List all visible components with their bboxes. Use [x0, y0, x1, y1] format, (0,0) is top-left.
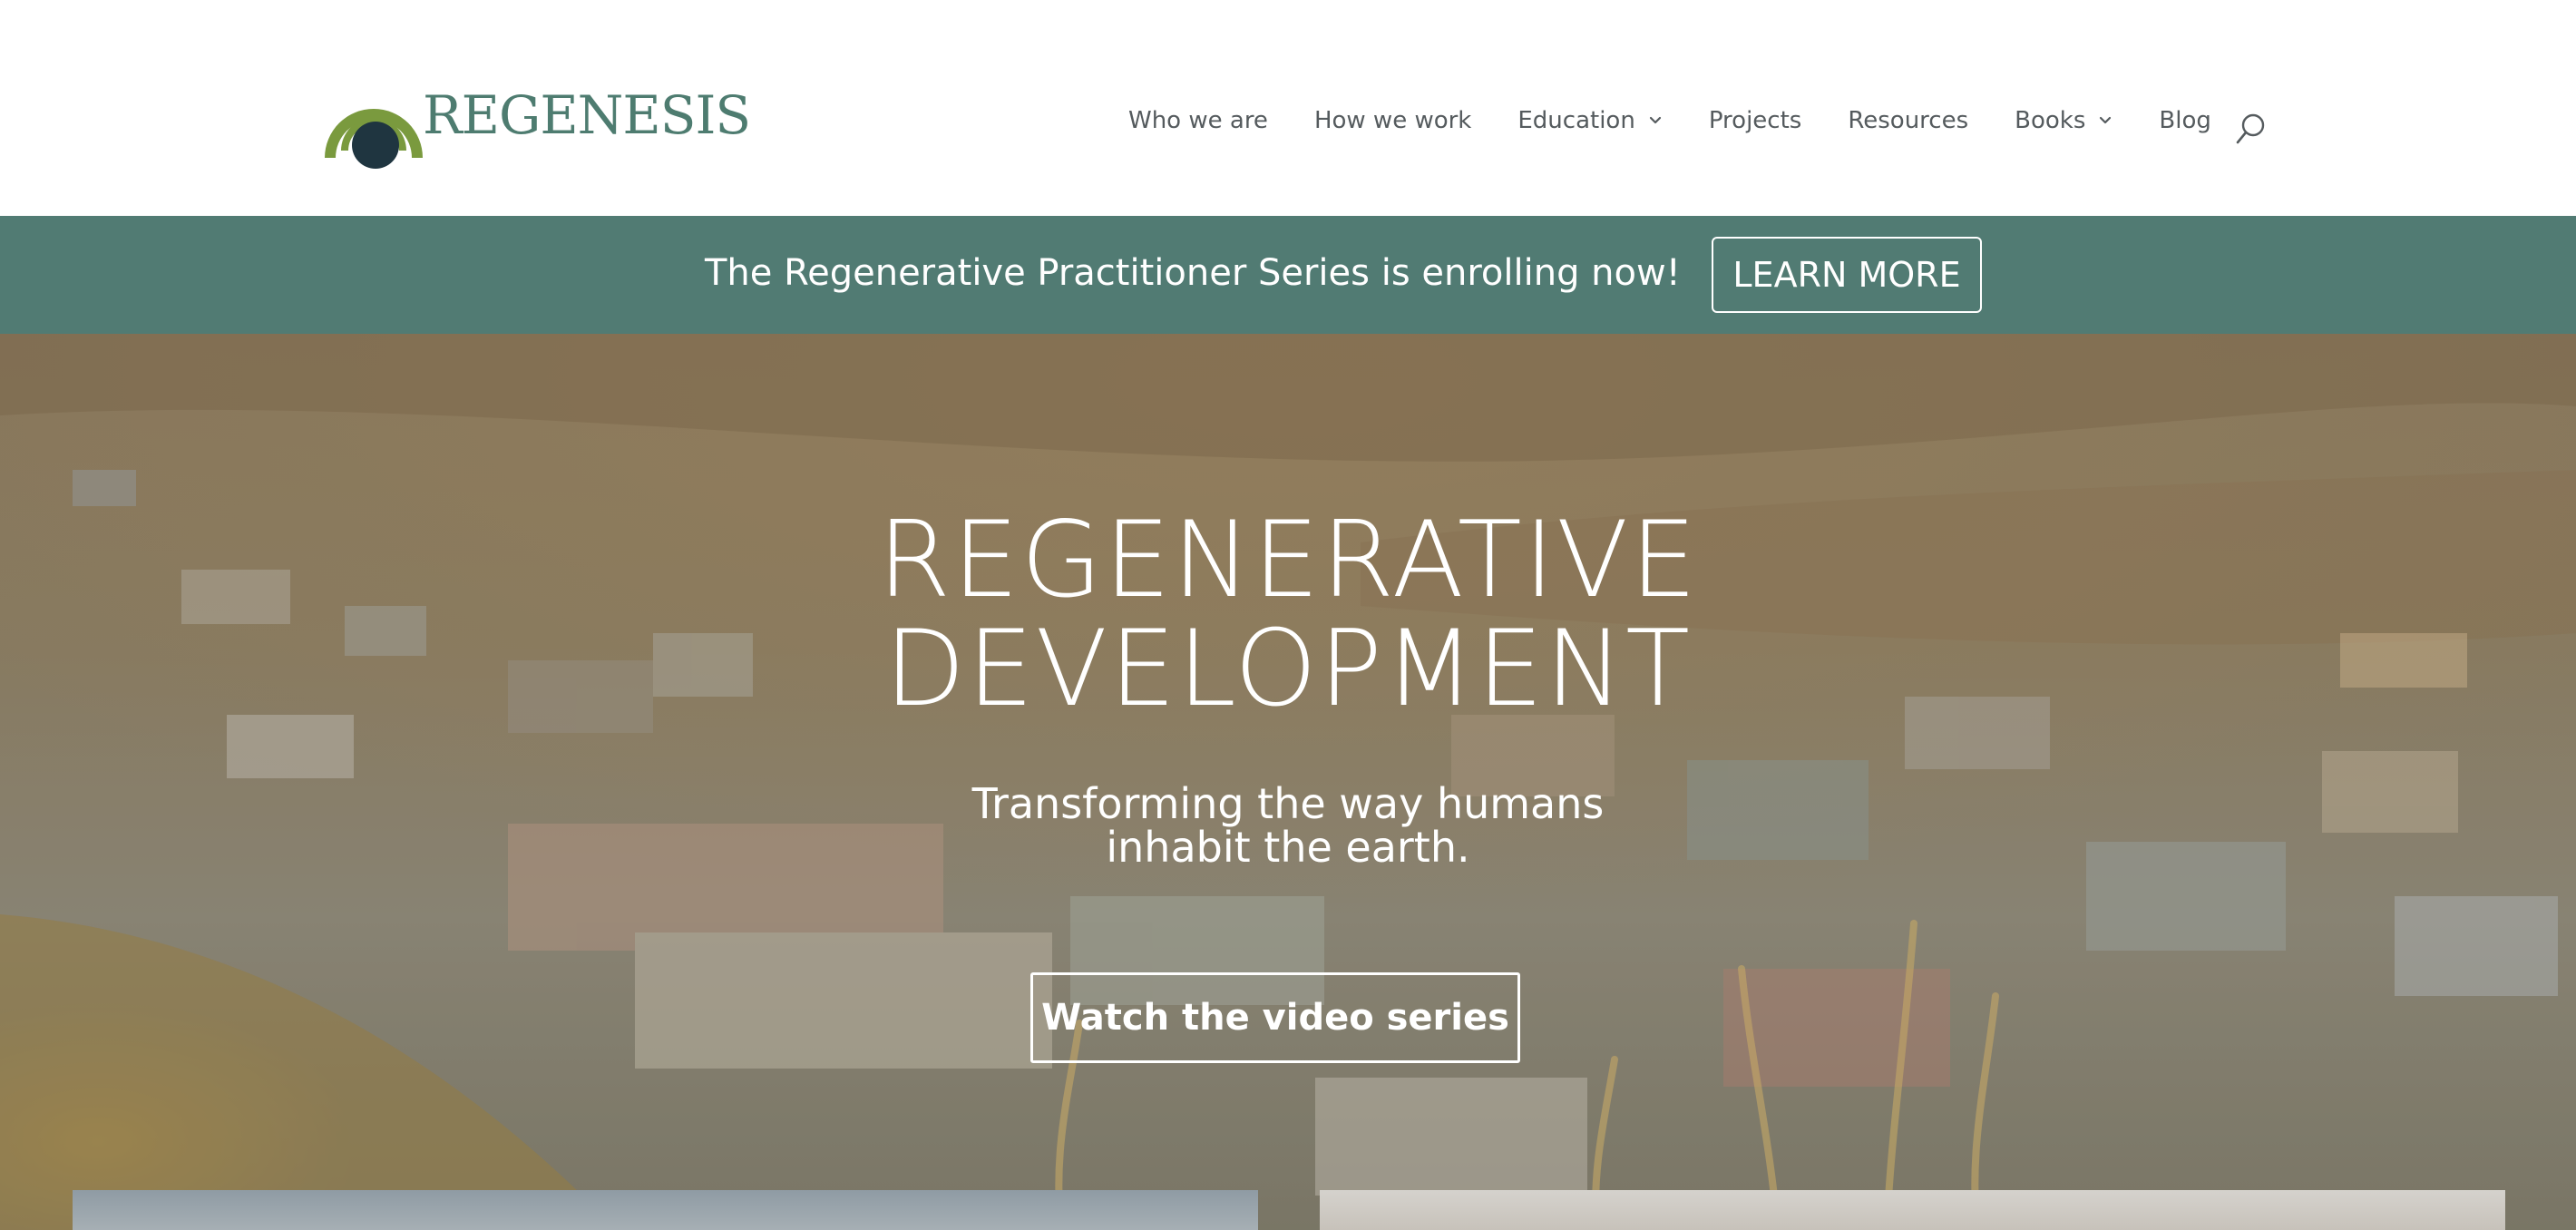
nav-education[interactable]: Education: [1517, 107, 1662, 134]
nav-resources[interactable]: Resources: [1848, 107, 1968, 134]
search-icon[interactable]: [2235, 112, 2266, 145]
nav-label: Projects: [1708, 107, 1802, 134]
hero-title-line: REGENERATIVE: [877, 499, 1699, 621]
logo-wordmark: REGENESIS: [423, 84, 751, 146]
site-header: REGENESIS Who we are How we work Educati…: [0, 0, 2576, 216]
nav-blog[interactable]: Blog: [2159, 107, 2210, 134]
nav-label: How we work: [1313, 107, 1472, 134]
nav-how-we-work[interactable]: How we work: [1314, 107, 1471, 134]
announcement-text: The Regenerative Practitioner Series is …: [705, 252, 1681, 294]
nav-label: Books: [2015, 107, 2086, 134]
feature-card-image[interactable]: [1320, 1190, 2505, 1230]
hero-subtitle: Transforming the way humans inhabit the …: [0, 782, 2576, 869]
nav-label: Resources: [1848, 107, 1969, 134]
regenesis-logo[interactable]: REGENESIS: [317, 56, 751, 169]
main-nav: Who we are How we work Education Project…: [1128, 107, 2258, 134]
logo-arcs-icon: [325, 108, 423, 169]
hero-subtitle-line: Transforming the way humans: [971, 779, 1605, 828]
learn-more-button[interactable]: LEARN MORE: [1712, 237, 1982, 313]
chevron-down-icon: [1649, 116, 1661, 124]
feature-card-image[interactable]: [73, 1190, 1258, 1230]
hero-section: REGENERATIVE DEVELOPMENT Transforming th…: [0, 334, 2576, 1230]
nav-who-we-are[interactable]: Who we are: [1128, 107, 1268, 134]
watch-video-series-button[interactable]: Watch the video series: [1030, 972, 1520, 1063]
hero-title: REGENERATIVE DEVELOPMENT: [0, 506, 2576, 724]
nav-projects[interactable]: Projects: [1709, 107, 1802, 134]
nav-label: Education: [1517, 107, 1635, 134]
hero-title-line: DEVELOPMENT: [883, 608, 1693, 730]
nav-label: Who we are: [1128, 107, 1268, 134]
nav-label: Blog: [2159, 107, 2211, 134]
hero-subtitle-line: inhabit the earth.: [1106, 823, 1470, 872]
announcement-bar: The Regenerative Practitioner Series is …: [0, 216, 2576, 334]
nav-books[interactable]: Books: [2015, 107, 2113, 134]
chevron-down-icon: [2100, 116, 2112, 124]
